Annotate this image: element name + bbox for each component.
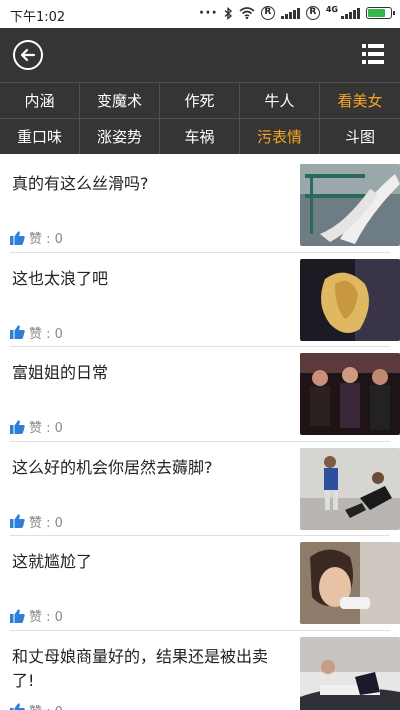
like-count-label: 赞 : 0 bbox=[29, 326, 63, 342]
list-menu-icon bbox=[362, 44, 384, 64]
category-tab[interactable]: 斗图 bbox=[320, 118, 400, 154]
category-tab[interactable]: 涨姿势 bbox=[80, 118, 160, 154]
category-tab[interactable]: 看美女 bbox=[320, 82, 400, 118]
signal-2-icon bbox=[341, 7, 360, 19]
like-count[interactable]: 赞 : 0 bbox=[10, 417, 63, 436]
like-count[interactable]: 赞 : 0 bbox=[10, 512, 63, 531]
item-title[interactable]: 这也太浪了吧 bbox=[12, 267, 277, 291]
status-bar: 下午1:02 ··· R R 4G bbox=[0, 0, 400, 28]
category-tab[interactable]: 作死 bbox=[160, 82, 240, 118]
like-count[interactable]: 赞 : 0 bbox=[10, 323, 63, 342]
like-count[interactable]: 赞 : 0 bbox=[10, 606, 63, 625]
thumbs-up-icon bbox=[10, 514, 25, 528]
signal-1-icon bbox=[280, 7, 300, 19]
content-list: 真的有这么丝滑吗? 赞 : 0 这也太浪了吧赞 : 0 富姐姐的日常赞 : 0 这么好的… bbox=[0, 158, 400, 710]
category-tab[interactable]: 污表情 bbox=[240, 118, 320, 154]
thumbs-up-icon bbox=[10, 230, 25, 245]
item-thumbnail[interactable] bbox=[300, 353, 400, 435]
status-icons: ··· R R 4G bbox=[198, 5, 395, 21]
back-button[interactable] bbox=[13, 40, 43, 70]
like-count[interactable]: 赞 : 0 bbox=[10, 701, 63, 710]
category-tab[interactable]: 牛人 bbox=[240, 82, 320, 118]
like-count-label: 赞 : 0 bbox=[29, 701, 63, 710]
category-tab[interactable]: 车祸 bbox=[160, 118, 240, 154]
item-thumbnail[interactable] bbox=[300, 636, 400, 710]
list-item[interactable]: 这么好的机会你居然去薅脚? 赞 : 0 bbox=[10, 442, 400, 536]
thumbs-up-icon bbox=[10, 608, 25, 623]
more-dots-icon: ··· bbox=[198, 5, 218, 21]
app-header bbox=[0, 28, 400, 82]
list-item[interactable]: 这也太浪了吧赞 : 0 bbox=[10, 253, 400, 347]
item-thumbnail[interactable] bbox=[300, 447, 400, 530]
sim2-icon: R bbox=[305, 6, 320, 20]
list-item[interactable]: 这就尴尬了赞 : 0 bbox=[10, 536, 400, 631]
like-count[interactable]: 赞 : 0 bbox=[10, 228, 63, 247]
category-tab[interactable]: 变魔术 bbox=[80, 82, 160, 118]
thumbs-up-icon bbox=[10, 419, 25, 434]
category-tab[interactable]: 重口味 bbox=[0, 118, 80, 154]
back-arrow-icon bbox=[20, 48, 36, 62]
wifi-icon bbox=[239, 7, 255, 19]
item-title[interactable]: 这就尴尬了 bbox=[12, 550, 277, 574]
status-time: 下午1:02 bbox=[10, 10, 66, 25]
category-grid: 内涵 变魔术 作死 牛人 看美女重口味 涨姿势 车祸 污表情 斗图 bbox=[0, 82, 400, 154]
item-title[interactable]: 真的有这么丝滑吗? bbox=[12, 172, 277, 196]
sim1-icon: R bbox=[260, 6, 275, 20]
list-item[interactable]: 富姐姐的日常赞 : 0 bbox=[10, 347, 400, 442]
item-title[interactable]: 这么好的机会你居然去薅脚? bbox=[12, 456, 277, 480]
thumbs-up-icon bbox=[10, 703, 25, 710]
thumbs-up-icon bbox=[10, 325, 25, 339]
battery-level bbox=[368, 9, 385, 17]
category-tab[interactable]: 内涵 bbox=[0, 82, 80, 118]
like-count-label: 赞 : 0 bbox=[29, 232, 63, 247]
list-item[interactable]: 真的有这么丝滑吗? 赞 : 0 bbox=[10, 158, 400, 253]
menu-button[interactable] bbox=[362, 44, 384, 64]
like-count-label: 赞 : 0 bbox=[29, 421, 63, 436]
item-thumbnail[interactable] bbox=[300, 258, 400, 341]
like-count-label: 赞 : 0 bbox=[29, 515, 63, 531]
battery-icon bbox=[366, 7, 395, 19]
item-title[interactable]: 和丈母娘商量好的，结果还是被出卖了! bbox=[12, 645, 277, 693]
list-item[interactable]: 和丈母娘商量好的，结果还是被出卖了! 赞 : 0 bbox=[10, 631, 400, 710]
item-thumbnail[interactable] bbox=[300, 164, 400, 246]
bluetooth-icon bbox=[224, 6, 232, 20]
item-title[interactable]: 富姐姐的日常 bbox=[12, 361, 277, 385]
like-count-label: 赞 : 0 bbox=[29, 610, 63, 625]
network-4g-icon: 4G bbox=[325, 5, 338, 14]
item-thumbnail[interactable] bbox=[300, 542, 400, 624]
